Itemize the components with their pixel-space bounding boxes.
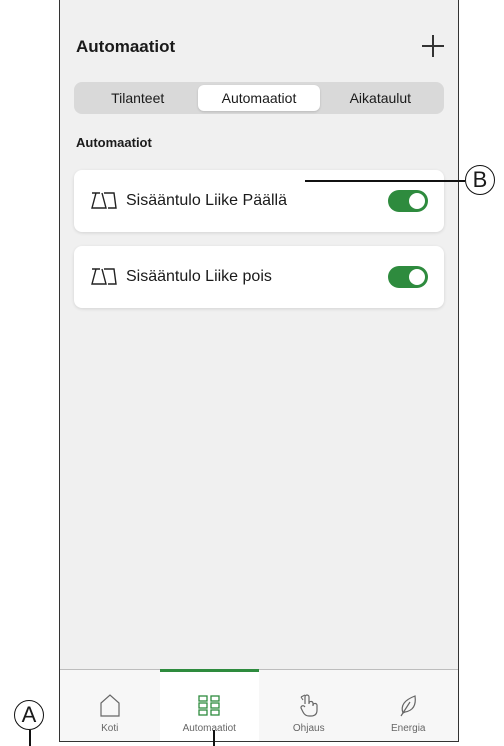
tab-label: Ohjaus: [292, 723, 325, 734]
hand-swipe-icon: [300, 694, 318, 717]
tab-label: Energia: [391, 723, 426, 734]
callout-b-leader: [305, 180, 465, 182]
tab-automaatiot[interactable]: Automaatiot: [198, 85, 320, 111]
app-screen: Automaatiot Tilanteet Automaatiot Aikata…: [59, 0, 459, 742]
automation-toggle[interactable]: [388, 266, 428, 288]
page-title: Automaatiot: [76, 37, 176, 56]
automation-toggle[interactable]: [388, 190, 428, 212]
section-label: Automaatiot: [76, 135, 152, 150]
tab-automaatiot-nav[interactable]: Automaatiot: [159, 669, 259, 741]
tab-label: Koti: [101, 723, 119, 734]
segmented-control: Tilanteet Automaatiot Aikataulut: [74, 82, 444, 114]
callout-b: B: [465, 165, 495, 195]
leaf-icon: [400, 695, 417, 717]
callout-a: A: [14, 700, 44, 730]
automation-card[interactable]: Sisääntulo Liike pois: [74, 246, 444, 308]
tab-label: Automaatiot: [182, 723, 236, 734]
add-icon[interactable]: [422, 35, 444, 57]
tab-ohjaus[interactable]: Ohjaus: [259, 670, 359, 741]
tab-aikataulut[interactable]: Aikataulut: [320, 85, 441, 111]
home-icon: [100, 694, 120, 717]
motion-sensor-icon: [91, 192, 117, 209]
tab-energia[interactable]: Energia: [359, 670, 459, 741]
callout-a-leader: [213, 730, 215, 746]
grid-icon: [198, 695, 220, 716]
motion-sensor-icon: [91, 268, 117, 285]
automation-label: Sisääntulo Liike Päällä: [126, 192, 287, 209]
automation-label: Sisääntulo Liike pois: [126, 268, 272, 285]
tab-koti[interactable]: Koti: [60, 670, 160, 741]
bottom-tab-bar: Koti Automaatiot Ohjaus Energia: [60, 669, 458, 741]
tab-tilanteet[interactable]: Tilanteet: [77, 85, 198, 111]
callout-a-leader: [29, 730, 31, 746]
